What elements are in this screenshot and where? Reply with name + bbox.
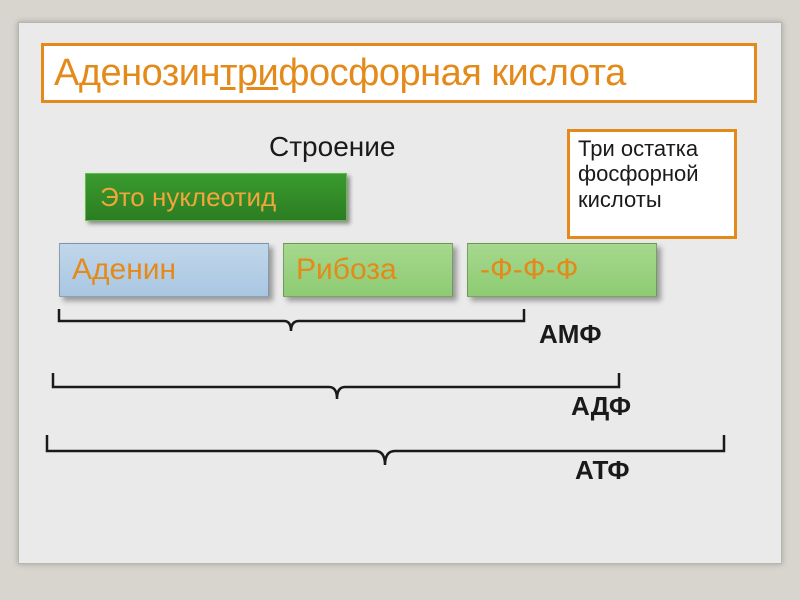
title-pre: Аденозин [54, 52, 220, 94]
slide-frame: Аденозинтрифосфорная кислота Строение Эт… [18, 22, 782, 564]
nucleotide-label: Это нуклеотид [100, 182, 276, 213]
title-container: Аденозинтрифосфорная кислота [41, 43, 757, 103]
brace-label-atf: АТФ [575, 455, 630, 486]
phosphate-note-box: Три остатка фосфорной кислоты [567, 129, 737, 239]
title-text: Аденозинтрифосфорная кислота [54, 52, 626, 95]
brace-label-amf: АМФ [539, 321, 619, 347]
subtitle: Строение [269, 131, 395, 163]
title-post: фосфорная кислота [278, 52, 626, 94]
brace-adf [53, 373, 619, 399]
brace-label-adf: АДФ [571, 391, 631, 422]
nucleotide-box: Это нуклеотид [85, 173, 347, 221]
component-ribose: Рибоза [283, 243, 453, 297]
title-underlined: три [220, 52, 278, 94]
adenine-label: Аденин [72, 253, 176, 287]
component-adenine: Аденин [59, 243, 269, 297]
component-phosphates: -Ф-Ф-Ф [467, 243, 657, 297]
brace-amf [59, 309, 524, 331]
ribose-label: Рибоза [296, 253, 397, 287]
phosphate-note-text: Три остатка фосфорной кислоты [578, 136, 699, 212]
component-row: Аденин Рибоза -Ф-Ф-Ф [59, 243, 759, 303]
phosphates-label: -Ф-Ф-Ф [480, 253, 578, 287]
